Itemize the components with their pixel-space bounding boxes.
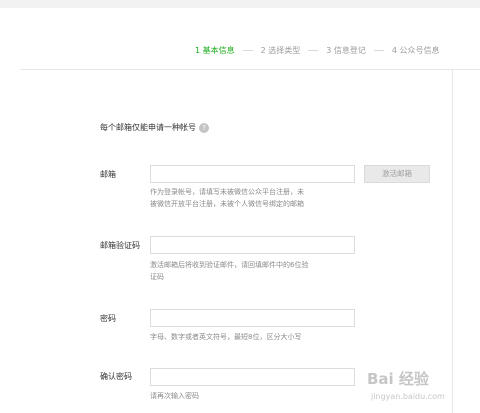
note-text: 每个邮箱仅能申请一种帐号 <box>100 123 196 132</box>
confirm-password-field[interactable] <box>150 368 355 386</box>
step-separator <box>373 50 384 51</box>
password-hint: 字母、数字或者英文符号，最短8位，区分大小写 <box>150 333 302 341</box>
password-label: 密码 <box>100 314 116 323</box>
registration-steps: 1 基本信息 2 选择类型 3 信息登记 4 公众号信息 <box>195 45 440 56</box>
step-separator <box>308 50 319 51</box>
email-hint-line1: 作为登录帐号，请填写未被微信公众平台注册，未 <box>150 188 304 196</box>
step-separator <box>242 50 253 51</box>
help-icon[interactable]: ? <box>199 122 209 133</box>
verify-code-hint-line2: 证码 <box>150 273 164 281</box>
verify-code-hint-line1: 激活邮箱后将收到验证邮件，请回填邮件中的6位验 <box>150 261 309 269</box>
email-label: 邮箱 <box>100 170 116 179</box>
verify-code-label: 邮箱验证码 <box>100 241 140 250</box>
watermark-main: Bai 经验 <box>367 370 429 388</box>
watermark-sub: jingyan.baidu.com <box>371 392 445 401</box>
baidu-watermark: Bai 经验 jingyan.baidu.com <box>367 368 445 401</box>
right-border <box>452 70 453 413</box>
email-field[interactable] <box>150 165 355 183</box>
verify-code-field[interactable] <box>150 236 355 254</box>
one-account-note: 每个邮箱仅能申请一种帐号 ? <box>100 122 209 133</box>
confirm-password-hint: 请再次输入密码 <box>150 392 199 400</box>
email-hint-line2: 被微信开放平台注册，未被个人微信号绑定的邮箱 <box>150 200 304 208</box>
activate-email-button[interactable]: 激活邮箱 <box>364 165 430 183</box>
top-band <box>0 0 480 8</box>
verify-code-hint: 激活邮箱后将收到验证邮件，请回填邮件中的6位验 证码 <box>150 259 355 283</box>
step-info-registration: 3 信息登记 <box>326 46 366 55</box>
step-basic-info: 1 基本信息 <box>195 46 235 55</box>
confirm-password-label: 确认密码 <box>100 372 132 381</box>
header-divider <box>20 69 480 70</box>
step-account-info: 4 公众号信息 <box>391 46 440 55</box>
email-hint: 作为登录帐号，请填写未被微信公众平台注册，未 被微信开放平台注册，未被个人微信号… <box>150 186 355 210</box>
step-choose-type: 2 选择类型 <box>260 46 301 55</box>
password-field[interactable] <box>150 309 355 327</box>
